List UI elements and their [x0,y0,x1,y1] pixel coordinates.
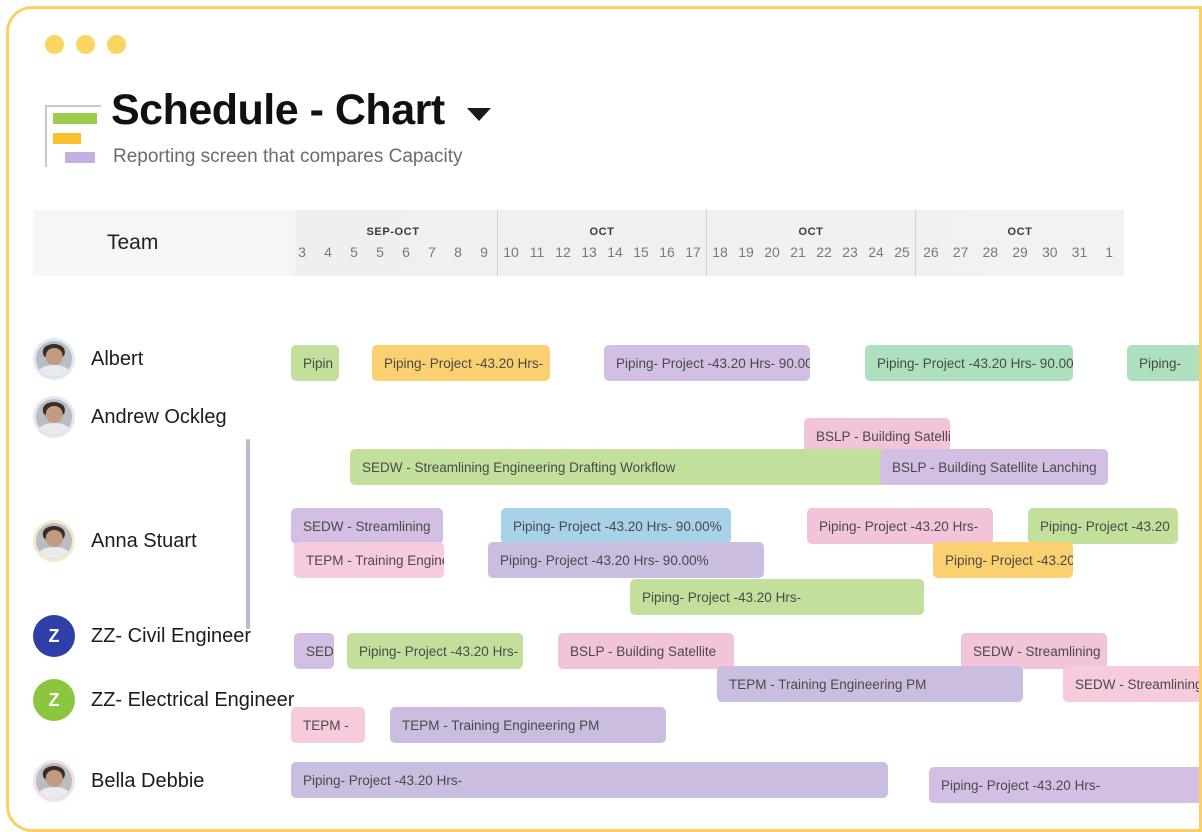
gantt-task-bar[interactable]: Piping- Project -43.20 [933,542,1073,578]
gantt-task-bar[interactable]: Pipin [291,345,339,381]
team-member-name: Bella Debbie [91,769,205,792]
team-member-name: ZZ- Electrical Engineer [91,688,295,711]
gantt-task-bar[interactable]: SEDW - Streamlining [291,508,443,544]
gantt-task-bar[interactable]: TEPM - Training Engineering PM [390,707,666,743]
team-member-row[interactable]: Z ZZ- Civil Engineer [33,615,251,657]
gantt-task-bar[interactable]: Piping- Project -43.20 Hrs- 90.00% [501,508,731,544]
gantt-task-bar[interactable]: SEDW - Streamlining [1063,666,1202,702]
gantt-task-bar[interactable]: Piping- Project -43.20 Hrs- 90.00% [865,345,1073,381]
gantt-task-bar[interactable]: TEPM - Training Engineer- [294,542,444,578]
team-member-row[interactable]: Bella Debbie [33,760,204,802]
gantt-task-bar[interactable]: Piping- Project -43.20 Hrs- 90.00% [604,345,810,381]
gantt-task-bar[interactable]: SEDW - Streamlining [961,633,1107,669]
gantt-task-bar[interactable]: TEPM - [291,707,365,743]
gantt-task-bar[interactable]: BSLP - Building Satellite [558,633,734,669]
gantt-task-bar[interactable]: TEPM - Training Engineering PM [717,666,1023,702]
gantt-bars: Pipin Piping- Project -43.20 Hrs- Piping- … [9,9,1202,803]
avatar[interactable] [33,760,75,802]
app-window: Schedule - Chart Reporting screen that c… [6,6,1202,832]
gantt-task-bar[interactable]: Piping- [1127,345,1202,381]
gantt-task-bar[interactable]: Piping- Project -43.20 Hrs- [807,508,993,544]
gantt-task-bar[interactable]: Piping- Project -43.20 Hrs- [347,633,523,669]
gantt-task-bar[interactable]: Piping- Project -43.20 Hrs- [372,345,550,381]
gantt-task-bar[interactable]: BSLP - Building Satellite Lanching [880,449,1108,485]
gantt-task-bar[interactable]: Piping- Project -43.20 Hrs- [929,767,1202,803]
gantt-task-bar[interactable]: Piping- Project -43.20 Hrs- [630,579,924,615]
gantt-task-bar[interactable]: SEDW - Streamlining Engineering Drafting… [350,449,888,485]
avatar[interactable]: Z [33,679,75,721]
gantt-task-bar[interactable]: SED [294,633,334,669]
avatar[interactable]: Z [33,615,75,657]
gantt-task-bar[interactable]: Piping- Project -43.20 [1028,508,1178,544]
team-member-name: ZZ- Civil Engineer [91,624,252,647]
team-member-row[interactable]: Z ZZ- Electrical Engineer [33,679,294,721]
gantt-task-bar[interactable]: Piping- Project -43.20 Hrs- [291,762,888,798]
gantt-task-bar[interactable]: Piping- Project -43.20 Hrs- 90.00% [488,542,764,578]
